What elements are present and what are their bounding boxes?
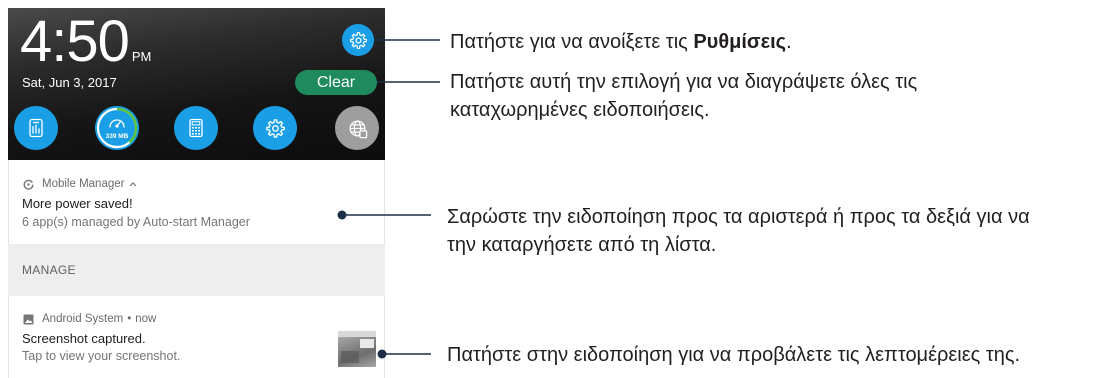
gear-icon xyxy=(265,118,285,138)
clear-all-button[interactable]: Clear xyxy=(295,70,377,95)
chevron-up-icon[interactable] xyxy=(129,181,137,187)
callout-text-part: Πατήστε για να ανοίξετε τις xyxy=(450,31,694,53)
thumbnail-detail xyxy=(360,339,374,348)
callout-tap-text: Πατήστε στην ειδοποίηση για να προβάλετε… xyxy=(447,341,1020,369)
notification-text: 6 app(s) managed by Auto-start Manager xyxy=(22,215,250,229)
notification-header: Mobile Manager xyxy=(23,177,137,191)
notification-header: Android System • now xyxy=(23,312,156,326)
date-label: Sat, Jun 3, 2017 xyxy=(22,75,117,90)
callout-line-text: Πατήστε αυτή την επιλογή για να διαγράψε… xyxy=(450,71,918,93)
quick-setting-network[interactable] xyxy=(335,106,379,150)
memory-boost-label: 339 MB xyxy=(105,133,129,140)
callout-line-text: καταχωρημένες ειδοποιήσεις. xyxy=(450,99,710,121)
callout-settings-text: Πατήστε για να ανοίξετε τις Ρυθμίσεις. xyxy=(450,28,792,56)
quick-settings-header: 4:50 PM Sat, Jun 3, 2017 Clear 339 MB xyxy=(8,8,385,160)
clear-all-label: Clear xyxy=(316,73,356,91)
notification-text: Tap to view your screenshot. xyxy=(22,349,181,363)
callout-clear-text: Πατήστε αυτή την επιλογή για να διαγράψε… xyxy=(450,68,917,124)
image-icon xyxy=(23,314,34,324)
notification-title: Screenshot captured. xyxy=(22,331,146,346)
callout-line-text: Πατήστε για να ανοίξετε τις Ρυθμίσεις. xyxy=(450,28,792,56)
callout-text-part: . xyxy=(786,31,792,53)
thumbnail-detail xyxy=(341,351,359,363)
gear-icon xyxy=(349,31,367,49)
memory-boost-gauge-icon xyxy=(96,107,138,149)
callout-text-bold: Ρυθμίσεις xyxy=(693,31,787,53)
mobile-manager-app-icon xyxy=(23,179,34,190)
quick-setting-calculator[interactable] xyxy=(174,106,218,150)
callout-line-text: Πατήστε στην ειδοποίηση για να προβάλετε… xyxy=(447,344,1021,366)
notification-app-name: Android System xyxy=(42,313,124,325)
notification-title: More power saved! xyxy=(22,196,133,211)
screenshot-thumbnail[interactable] xyxy=(338,331,376,367)
notification-app-name: Mobile Manager xyxy=(42,178,125,190)
clock: 4:50 PM xyxy=(20,13,151,71)
notification-screenshot[interactable]: Android System • now Screenshot captured… xyxy=(8,296,385,378)
notification-time: now xyxy=(135,313,157,325)
clock-ampm: PM xyxy=(131,49,152,64)
settings-button[interactable] xyxy=(342,24,374,56)
mobile-manager-icon xyxy=(29,118,43,138)
callout-line-text: την καταργήσετε από τη λίστα. xyxy=(447,234,717,256)
globe-icon xyxy=(349,120,367,138)
callout-swipe-text: Σαρώστε την ειδοποίηση προς τα αριστερά … xyxy=(447,203,1030,259)
quick-setting-settings[interactable] xyxy=(253,106,297,150)
thumbnail-detail xyxy=(338,331,376,337)
callout-line-text: Σαρώστε την ειδοποίηση προς τα αριστερά … xyxy=(447,206,1030,228)
quick-setting-memory-boost[interactable]: 339 MB xyxy=(95,106,139,150)
clock-time: 4:50 xyxy=(20,9,130,74)
notification-mobile-manager[interactable]: Mobile Manager More power saved! 6 app(s… xyxy=(8,160,385,244)
calculator-icon xyxy=(189,118,203,138)
notification-action-bar: MANAGE xyxy=(8,244,385,296)
notification-shade: 4:50 PM Sat, Jun 3, 2017 Clear 339 MB Mo… xyxy=(8,8,385,378)
notification-separator: • xyxy=(127,313,132,325)
quick-setting-mobile-manager[interactable] xyxy=(14,106,58,150)
manage-action-button[interactable]: MANAGE xyxy=(22,263,76,277)
